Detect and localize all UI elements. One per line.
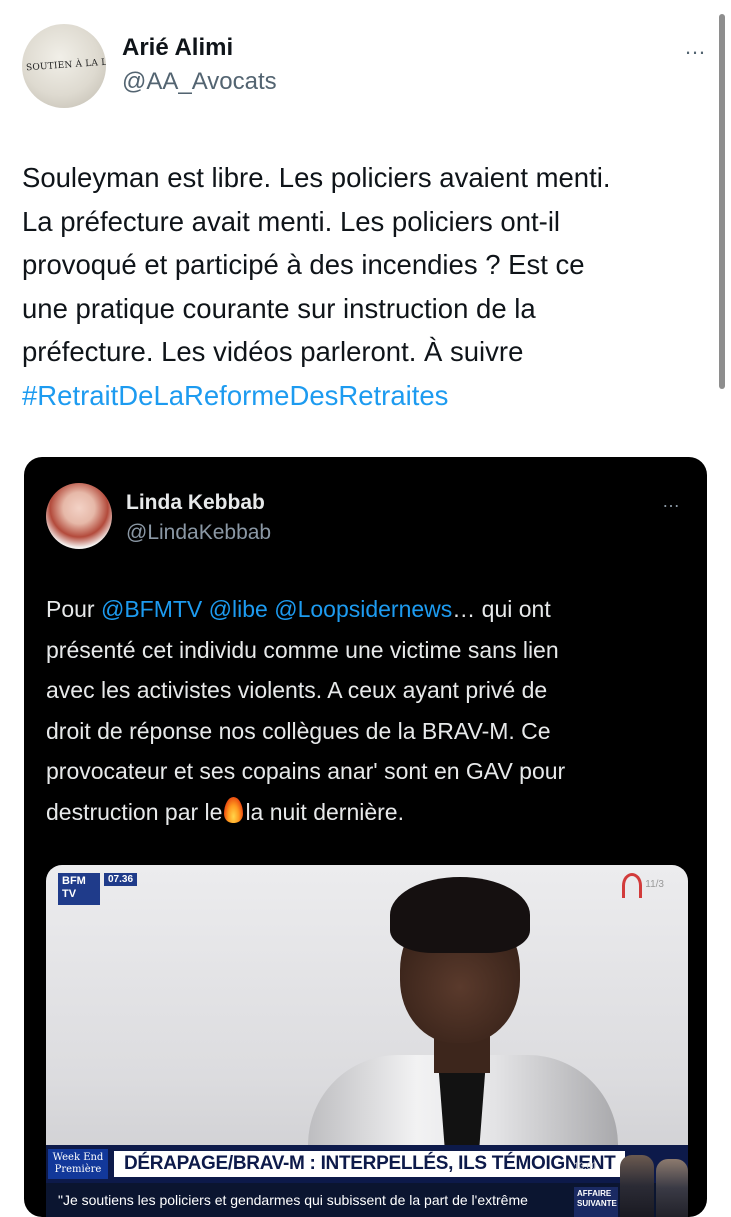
fire-icon: [224, 796, 244, 823]
quoted-prefix: Pour: [46, 596, 101, 622]
author-name[interactable]: Arié Alimi: [122, 34, 233, 62]
quoted-author-name[interactable]: Linda Kebbab: [126, 491, 265, 515]
tweet-line: provoqué et participé à des incendies ? …: [22, 249, 585, 280]
quoted-author-handle[interactable]: @LindaKebbab: [126, 521, 271, 545]
mention-libe[interactable]: @libe: [209, 596, 268, 622]
broadcast-time: 07.36: [104, 873, 138, 886]
person-hair: [390, 877, 530, 953]
quoted-line: Pour @BFMTV @libe @Loopsidernews… qui on…: [46, 589, 686, 630]
mention-bfmtv[interactable]: @BFMTV: [101, 596, 202, 622]
anchor-thumbnail: [620, 1155, 654, 1217]
quoted-line: destruction par le la nuit dernière.: [46, 792, 686, 833]
news-banner: Week End Première DÉRAPAGE/BRAV-M : INTE…: [46, 1145, 688, 1183]
quoted-more-options-icon[interactable]: …: [662, 491, 681, 512]
quoted-author-avatar[interactable]: [46, 483, 112, 549]
quoted-text: Pour @BFMTV @libe @Loopsidernews… qui on…: [46, 589, 686, 832]
news-headline: DÉRAPAGE/BRAV-M : INTERPELLÉS, ILS TÉMOI…: [114, 1151, 626, 1177]
quoted-line: provocateur et ses copains anar' sont en…: [46, 758, 566, 784]
banner-clock: 13.00: [574, 1161, 597, 1171]
more-options-icon[interactable]: …: [684, 34, 707, 60]
quoted-last-after: la nuit dernière.: [245, 798, 404, 825]
tweet-line: La préfecture avait menti. Les policiers…: [22, 205, 561, 237]
hashtag-link[interactable]: #RetraitDeLaReformeDesRetraites: [22, 374, 722, 418]
avatar-caption: SOUTIEN À LA LDH: [25, 56, 106, 74]
author-avatar[interactable]: SOUTIEN À LA LDH: [22, 24, 106, 108]
show-logo: Week End Première: [48, 1149, 108, 1179]
tweet-line: Souleyman est libre. Les policiers avaie…: [22, 162, 611, 193]
quoted-line: droit de réponse nos collègues de la BRA…: [46, 717, 551, 744]
bfm-tv-logo: BFM TV: [58, 873, 100, 905]
quoted-after-mentions: … qui ont: [452, 596, 551, 622]
anchor-thumbnail: [656, 1159, 688, 1217]
quoted-line: présenté cet individu comme une victime …: [46, 636, 559, 663]
video-thumbnail[interactable]: BFM TV 07.36 11/3 Week End Première DÉRA…: [46, 865, 688, 1217]
ribbon-icon: [622, 873, 642, 898]
author-handle[interactable]: @AA_Avocats: [122, 68, 277, 96]
quoted-line: avec les activistes violents. A ceux aya…: [46, 677, 548, 703]
ribbon-label: 11/3: [645, 879, 664, 890]
mention-loopsidernews[interactable]: @Loopsidernews: [274, 596, 452, 622]
tweet-text: Souleyman est libre. Les policiers avaie…: [22, 156, 722, 417]
quoted-tweet[interactable]: Linda Kebbab @LindaKebbab … Pour @BFMTV …: [24, 457, 707, 1217]
tweet-line: préfecture. Les vidéos parleront. À suiv…: [22, 336, 524, 367]
quoted-last-before: destruction par le: [46, 798, 223, 825]
tweet-line: une pratique courante sur instruction de…: [22, 292, 536, 324]
next-story-label: AFFAIRE SUIVANTE: [574, 1187, 618, 1217]
